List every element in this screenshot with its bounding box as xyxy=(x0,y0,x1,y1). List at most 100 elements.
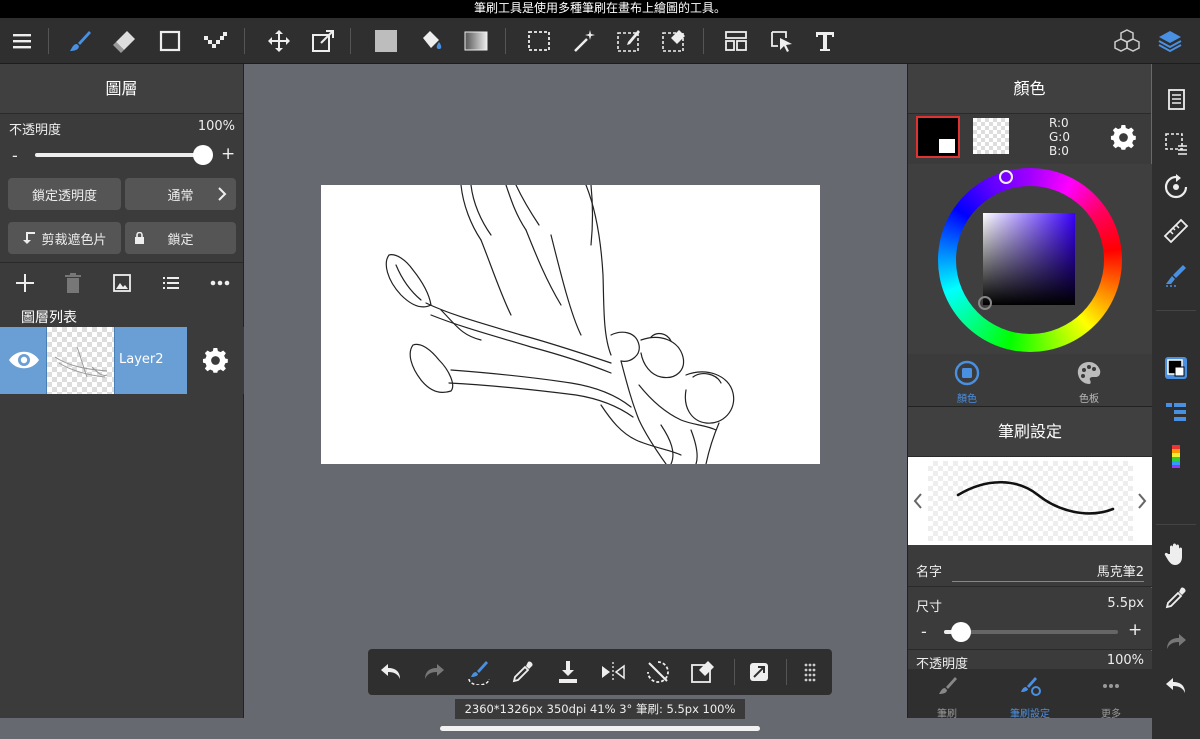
select-rect-icon[interactable] xyxy=(524,26,554,56)
transform-icon[interactable] xyxy=(308,26,338,56)
select-layer-icon[interactable] xyxy=(766,26,796,56)
brush-settings-title: 筆刷設定 xyxy=(908,407,1152,457)
color-wheel[interactable] xyxy=(938,168,1122,352)
brush-size-value: 5.5px xyxy=(1107,596,1144,611)
secondary-color-swatch[interactable] xyxy=(973,118,1009,154)
layer-row[interactable]: Layer2 xyxy=(0,327,187,394)
line-art-drawing xyxy=(385,185,735,464)
layer-name: Layer2 xyxy=(119,352,164,367)
brush-rotate-icon[interactable] xyxy=(464,657,494,687)
layer-settings-gear-icon[interactable] xyxy=(202,347,229,374)
flip-horizontal-icon[interactable] xyxy=(598,657,628,687)
brush-settings-tab-label: 筆刷設定 xyxy=(1010,709,1050,720)
brush-size-minus-button[interactable]: - xyxy=(921,622,927,641)
layer-list-title: 圖層列表 xyxy=(21,310,77,326)
magic-wand-icon[interactable] xyxy=(569,26,599,56)
chevron-right-icon xyxy=(218,187,227,201)
color-tab-label: 顏色 xyxy=(957,394,977,405)
color-adjust-icon[interactable] xyxy=(1161,441,1191,471)
main-toolbar xyxy=(0,18,1200,64)
drawing-canvas[interactable] xyxy=(321,185,820,464)
dot-line-icon[interactable] xyxy=(200,26,230,56)
hand-pan-icon[interactable] xyxy=(1161,539,1191,569)
more-tab-icon[interactable] xyxy=(1100,675,1122,697)
clip-button[interactable]: 剪裁遮色片 xyxy=(8,222,121,254)
rotate-canvas-icon[interactable] xyxy=(1161,172,1191,202)
rgb-g: G:0 xyxy=(1049,130,1070,144)
color-tab-icon[interactable] xyxy=(954,360,980,386)
blend-mode-button[interactable]: 通常 xyxy=(125,178,236,210)
pages-icon[interactable] xyxy=(1161,84,1191,114)
brush-size-label: 尺寸 xyxy=(916,600,943,615)
opacity-plus-button[interactable]: + xyxy=(221,144,235,164)
sv-picker[interactable] xyxy=(978,296,992,310)
lock-alpha-button[interactable]: 鎖定透明度 xyxy=(8,178,121,210)
brush-tab-label: 筆刷 xyxy=(937,709,957,720)
undo-icon[interactable] xyxy=(376,657,406,687)
layer-list-icon[interactable] xyxy=(156,268,186,298)
select-pen-icon[interactable] xyxy=(614,26,644,56)
right-icon-strip xyxy=(1152,64,1200,739)
brush-icon[interactable] xyxy=(65,26,95,56)
menu-icon[interactable] xyxy=(8,26,38,56)
opacity-minus-button[interactable]: - xyxy=(12,146,18,165)
brush-name-label: 名字 xyxy=(916,565,943,580)
bucket-icon[interactable] xyxy=(416,26,446,56)
brush-size-slider-knob[interactable] xyxy=(951,622,972,642)
strip-redo-icon[interactable] xyxy=(1161,627,1191,657)
gradient-icon[interactable] xyxy=(461,26,491,56)
opacity-slider-knob[interactable] xyxy=(193,145,213,165)
lock-button[interactable]: 鎖定 xyxy=(125,222,236,254)
quick-action-bar xyxy=(368,649,832,695)
color-panel-title: 顏色 xyxy=(908,64,1151,114)
prev-brush-icon[interactable] xyxy=(913,493,923,509)
strip-undo-icon[interactable] xyxy=(1161,671,1191,701)
visibility-eye-icon[interactable] xyxy=(8,347,40,373)
frame-layout-icon[interactable] xyxy=(721,26,751,56)
brush-name-value: 馬克筆2 xyxy=(1096,565,1144,580)
3d-icon[interactable] xyxy=(1112,26,1142,56)
hue-picker[interactable] xyxy=(999,170,1013,184)
import-image-icon[interactable] xyxy=(107,268,137,298)
selection-layer-icon[interactable] xyxy=(1161,128,1191,158)
color-settings-gear-icon[interactable] xyxy=(1110,124,1137,151)
ruler-icon[interactable] xyxy=(1161,216,1191,246)
opacity-label: 不透明度 xyxy=(9,123,62,138)
layers-icon[interactable] xyxy=(1155,26,1185,56)
strip-eyedropper-icon[interactable] xyxy=(1161,583,1191,613)
saturation-value-square[interactable] xyxy=(983,213,1075,305)
brush-size-plus-button[interactable]: + xyxy=(1128,620,1142,640)
lock-icon xyxy=(135,232,144,244)
primary-color-swatch[interactable] xyxy=(916,116,960,158)
snap-brush-icon[interactable] xyxy=(1161,260,1191,290)
select-eraser-icon[interactable] xyxy=(659,26,689,56)
fullscreen-icon[interactable] xyxy=(744,657,774,687)
layer-property-icon[interactable] xyxy=(1161,397,1191,427)
clear-layer-icon[interactable] xyxy=(688,657,718,687)
opacity-slider[interactable] xyxy=(35,153,203,157)
eyedropper-icon[interactable] xyxy=(508,657,538,687)
next-brush-icon[interactable] xyxy=(1137,493,1147,509)
delete-layer-icon[interactable] xyxy=(58,268,88,298)
home-indicator[interactable] xyxy=(440,726,760,731)
save-download-icon[interactable] xyxy=(553,657,583,687)
brush-settings-tab-icon[interactable] xyxy=(1019,675,1041,697)
more-icon[interactable] xyxy=(205,268,235,298)
more-tab-label: 更多 xyxy=(1101,709,1121,720)
color-swatch-toggle-icon[interactable] xyxy=(1161,353,1191,383)
drag-handle-icon[interactable] xyxy=(795,657,825,687)
fill-color-icon[interactable] xyxy=(371,26,401,56)
rectangle-icon[interactable] xyxy=(155,26,185,56)
opacity-value: 100% xyxy=(197,119,235,134)
layers-panel-title: 圖層 xyxy=(0,64,243,114)
rotate-reset-icon[interactable] xyxy=(643,657,673,687)
redo-icon[interactable] xyxy=(419,657,449,687)
brush-tab-icon[interactable] xyxy=(936,675,958,697)
text-icon[interactable] xyxy=(810,26,840,56)
brush-preview xyxy=(908,457,1152,545)
eraser-icon[interactable] xyxy=(110,26,140,56)
brush-name-row[interactable]: 名字 馬克筆2 xyxy=(908,545,1152,587)
add-layer-icon[interactable] xyxy=(10,268,40,298)
move-icon[interactable] xyxy=(264,26,294,56)
palette-tab-icon[interactable] xyxy=(1076,360,1102,386)
